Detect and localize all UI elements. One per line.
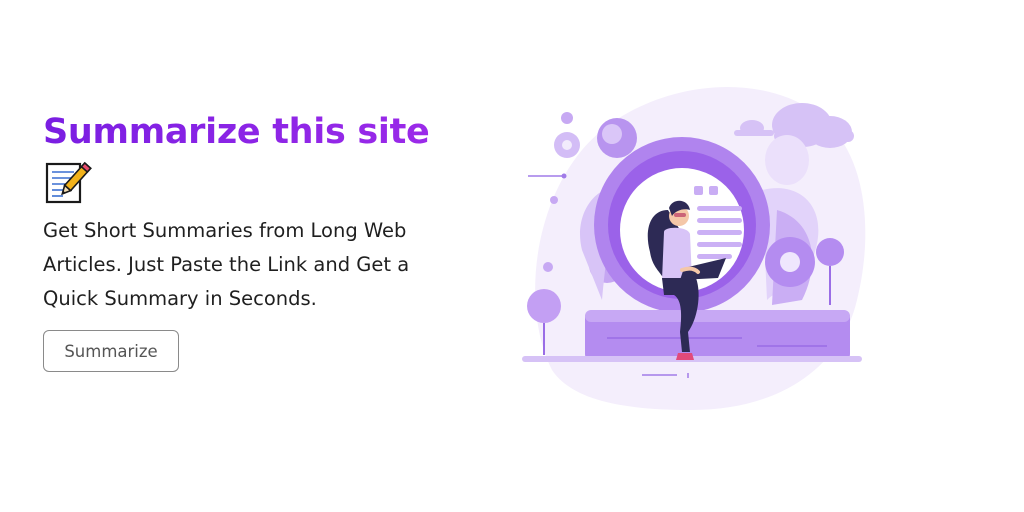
page-title-text: Summarize this site bbox=[43, 112, 430, 152]
woman-with-laptop-icon bbox=[522, 86, 866, 410]
summarize-button[interactable]: Summarize bbox=[43, 330, 179, 372]
hero-section: Summarize this site Get Short Summaries … bbox=[43, 108, 463, 372]
page-description: Get Short Summaries from Long Web Articl… bbox=[43, 219, 410, 310]
page-title: Summarize this site bbox=[43, 108, 463, 156]
page: Summarize this site Get Short Summaries … bbox=[0, 0, 1024, 512]
memo-icon bbox=[45, 161, 92, 204]
